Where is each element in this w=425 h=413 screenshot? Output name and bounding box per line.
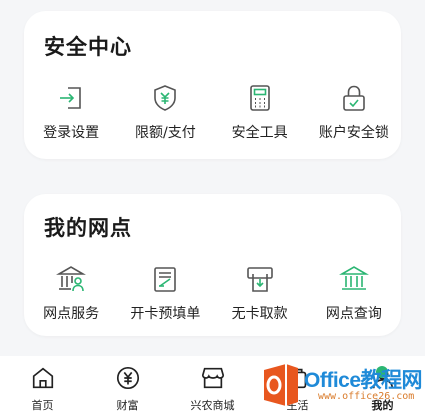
branch-query-item[interactable]: 网点查询 [307,264,401,323]
cardless-withdraw-label: 无卡取款 [231,306,288,322]
card-prefill-label: 开卡预填单 [130,306,201,322]
login-arrow-icon [60,87,81,109]
security-items: 登录设置 限额/支付 安全工具 账户安全锁 [24,83,401,142]
lock-icon [343,85,365,111]
branch-items: 网点服务 开卡预填单 无卡取款 网点查询 [24,264,401,323]
tab-wealth-label: 财富 [116,399,139,412]
atm-withdraw-icon [246,267,273,292]
bank-person-icon [56,266,87,292]
form-edit-icon [154,267,177,292]
calculator-icon [249,85,270,111]
branch-query-label: 网点查询 [325,306,382,322]
branch-service-label: 网点服务 [43,306,100,322]
account-lock-item[interactable]: 账户安全锁 [307,83,401,142]
login-settings-item[interactable]: 登录设置 [24,83,118,142]
limit-payment-item[interactable]: 限额/支付 [118,83,212,142]
card-prefill-item[interactable]: 开卡预填单 [118,264,212,323]
bank-building-icon [338,266,369,290]
branch-service-item[interactable]: 网点服务 [24,264,118,323]
tab-wealth[interactable]: 财富 [85,356,170,413]
login-settings-label: 登录设置 [43,125,100,141]
limit-payment-label: 限额/支付 [135,125,196,141]
watermark-text: Office教程网 [304,369,423,392]
tab-home-label: 首页 [31,399,54,412]
my-branch-card: 我的网点 网点服务 开卡预填单 无卡取款 网点查询 [24,194,401,336]
my-branch-title: 我的网点 [44,216,132,240]
account-lock-label: 账户安全锁 [318,125,389,141]
shield-yuan-icon [154,85,177,111]
tab-mall-label: 兴农商城 [190,399,235,412]
tab-mall[interactable]: 兴农商城 [170,356,255,413]
tab-home[interactable]: 首页 [0,356,85,413]
watermark-url: www.office26.com [318,391,415,402]
security-center-title: 安全中心 [44,35,132,59]
office-logo-icon [264,364,298,406]
office-watermark: Office教程网 www.office26.com [258,360,425,413]
home-icon [32,367,53,389]
security-tools-label: 安全工具 [231,125,288,141]
yuan-circle-icon [116,366,139,390]
page: 安全中心 登录设置 限额/支付 安全工具 账户安全锁 我的网点 网点服务 开卡预… [0,0,425,413]
shop-icon [201,367,224,389]
cardless-withdraw-item[interactable]: 无卡取款 [213,264,307,323]
security-center-card: 安全中心 登录设置 限额/支付 安全工具 账户安全锁 [24,11,401,159]
security-tools-item[interactable]: 安全工具 [213,83,307,142]
